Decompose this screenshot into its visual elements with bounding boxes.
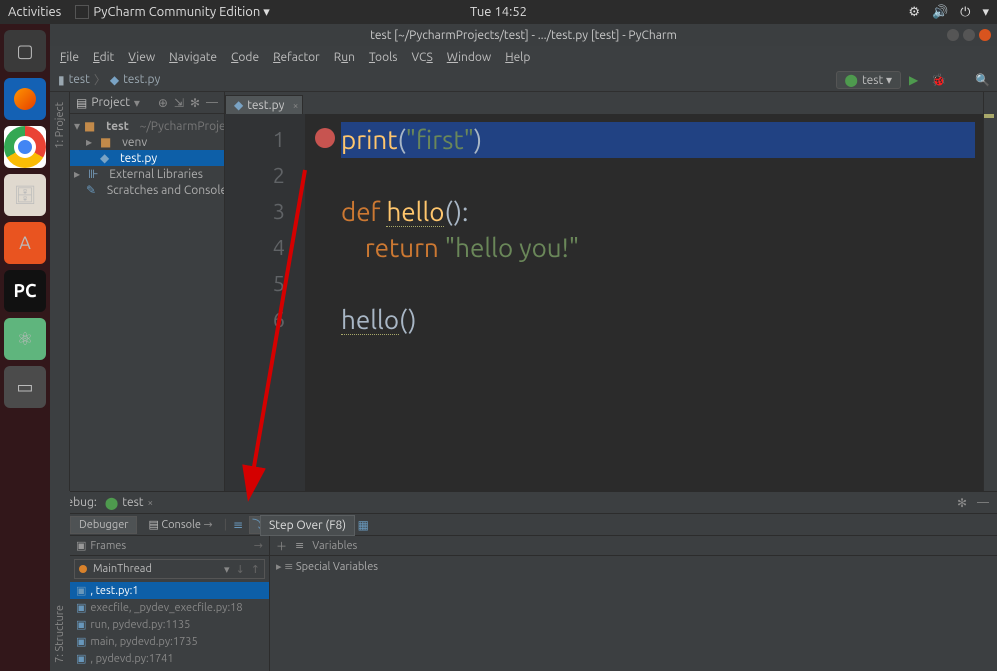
- special-variables[interactable]: Special Variables: [296, 561, 378, 573]
- pycharm-window: test [~/PycharmProjects/test] - .../test…: [50, 24, 997, 671]
- code-editor[interactable]: 123456 print("first") def hello(): retur…: [225, 114, 983, 491]
- menu-window[interactable]: Window: [447, 51, 491, 64]
- launcher-software[interactable]: A: [4, 222, 46, 264]
- project-icon: ▤: [76, 96, 87, 110]
- menu-vcs[interactable]: VCS: [411, 51, 432, 64]
- autoscroll-icon[interactable]: ⊕: [158, 96, 168, 110]
- add-watch-icon[interactable]: ＋: [276, 538, 287, 554]
- show-execution-point-icon[interactable]: ≡: [229, 516, 247, 534]
- evaluate-expression-button[interactable]: ▦: [354, 516, 372, 534]
- volume-icon[interactable]: 🔊: [932, 5, 948, 20]
- variables-panel: ＋ ≡ Variables ▸ ≡ Special Variables: [270, 536, 997, 671]
- frames-panel: ▣Frames→ MainThread ▾ ↓↑ ▣ , test.py:1▣ …: [70, 536, 270, 671]
- pyfile-icon: ◆: [234, 98, 243, 112]
- frames-icon: ▣: [76, 539, 86, 552]
- launcher-chrome[interactable]: [4, 126, 46, 168]
- thread-selector[interactable]: MainThread ▾ ↓↑: [74, 559, 265, 579]
- window-title: test [~/PycharmProjects/test] - .../test…: [370, 29, 677, 42]
- console-tab[interactable]: ▤ Console →: [139, 515, 221, 534]
- main-menu: File Edit View Navigate Code Refactor Ru…: [50, 46, 997, 68]
- collapse-icon[interactable]: ⇲: [174, 96, 184, 110]
- debug-button[interactable]: 🐞: [931, 73, 945, 87]
- project-view-selector[interactable]: ▤ Project ▾: [76, 96, 152, 110]
- launcher-terminal[interactable]: ▢: [4, 30, 46, 72]
- folder-icon: ▮: [58, 73, 65, 87]
- console-icon: ▤: [148, 519, 158, 531]
- run-button[interactable]: ▶: [909, 73, 923, 87]
- menu-view[interactable]: View: [128, 51, 155, 64]
- power-icon[interactable]: ⏻: [960, 5, 970, 20]
- launcher-pycharm[interactable]: PC: [4, 270, 46, 312]
- step-over-tooltip: Step Over (F8): [260, 515, 355, 536]
- stack-frame[interactable]: ▣ main, pydevd.py:1735: [70, 633, 269, 650]
- gear-icon[interactable]: ✻: [190, 96, 200, 110]
- editor-area: ◆ test.py × 123456 print("first") def he…: [225, 92, 983, 491]
- pyfile-icon: ◆: [110, 73, 119, 87]
- clock[interactable]: Tue 14:52: [470, 5, 527, 19]
- debug-session-tab[interactable]: ⬤ test ×: [105, 496, 153, 510]
- project-tool-window: ▤ Project ▾ ⊕ ⇲ ✻ — ▾■ test ~/PycharmPro…: [70, 92, 225, 491]
- stack-frame[interactable]: ▣ , test.py:1: [70, 582, 269, 599]
- python-icon: ⬤: [105, 496, 118, 510]
- thread-status-icon: [79, 565, 87, 573]
- stop-button[interactable]: [953, 73, 967, 87]
- python-icon: ⬤: [845, 73, 858, 87]
- gear-icon[interactable]: ✻: [957, 496, 967, 510]
- stack-frame[interactable]: ▣ , pydevd.py:1741: [70, 650, 269, 667]
- right-gutter: [983, 92, 997, 491]
- debug-tool-window: Debug: ⬤ test × ✻ — Debugger ▤ Console →…: [50, 491, 997, 671]
- search-everywhere-button[interactable]: 🔍: [975, 73, 989, 87]
- stack-frame[interactable]: ▣ execfile, _pydev_execfile.py:18: [70, 599, 269, 616]
- variables-icon: ≡: [295, 539, 304, 552]
- unity-launcher: ▢ 🗄 A PC ⚛ ▭: [0, 24, 50, 671]
- left-tool-strip: 1: Project: [50, 92, 70, 491]
- project-tree[interactable]: ▾■ test ~/PycharmProjects ▸■ venv ◆ test…: [70, 114, 224, 202]
- menu-tools[interactable]: Tools: [369, 51, 398, 64]
- debugger-tab[interactable]: Debugger: [70, 516, 137, 534]
- app-menu[interactable]: PyCharm Community Edition ▾: [75, 5, 270, 20]
- window-close[interactable]: [979, 29, 991, 41]
- editor-tab-testpy[interactable]: ◆ test.py ×: [225, 95, 303, 114]
- hide-icon[interactable]: —: [206, 96, 218, 109]
- hide-icon[interactable]: —: [977, 496, 989, 510]
- project-tool-button[interactable]: 1: Project: [54, 102, 66, 149]
- menu-code[interactable]: Code: [231, 51, 259, 64]
- launcher-firefox[interactable]: [4, 78, 46, 120]
- ubuntu-top-bar: Activities PyCharm Community Edition ▾ T…: [0, 0, 997, 24]
- navigation-bar: ▮ test 〉 ◆ test.py ⬤ test ▾ ▶ 🐞 🔍: [50, 68, 997, 92]
- run-config-selector[interactable]: ⬤ test ▾: [836, 71, 901, 89]
- menu-run[interactable]: Run: [334, 51, 355, 64]
- menu-caret-icon[interactable]: ▾: [982, 5, 989, 20]
- close-tab-icon[interactable]: ×: [293, 100, 299, 111]
- menu-navigate[interactable]: Navigate: [169, 51, 217, 64]
- tree-file-testpy[interactable]: ◆ test.py: [70, 150, 224, 166]
- breakpoint-icon[interactable]: [315, 128, 335, 148]
- window-maximize[interactable]: [963, 29, 975, 41]
- menu-refactor[interactable]: Refactor: [273, 51, 320, 64]
- launcher-sublime[interactable]: ▭: [4, 366, 46, 408]
- window-titlebar: test [~/PycharmProjects/test] - .../test…: [50, 24, 997, 46]
- window-minimize[interactable]: [947, 29, 959, 41]
- activities-button[interactable]: Activities: [8, 5, 61, 19]
- launcher-atom[interactable]: ⚛: [4, 318, 46, 360]
- launcher-files[interactable]: 🗄: [4, 174, 46, 216]
- menu-edit[interactable]: Edit: [93, 51, 114, 64]
- network-icon[interactable]: ⚙: [908, 5, 920, 20]
- menu-help[interactable]: Help: [505, 51, 530, 64]
- breadcrumb[interactable]: ▮ test 〉 ◆ test.py: [58, 71, 160, 88]
- stack-frame[interactable]: ▣ run, pydevd.py:1135: [70, 616, 269, 633]
- structure-tool-button[interactable]: 7: Structure: [54, 605, 66, 663]
- scratches-icon: ✎: [86, 183, 96, 197]
- menu-file[interactable]: File: [60, 51, 79, 64]
